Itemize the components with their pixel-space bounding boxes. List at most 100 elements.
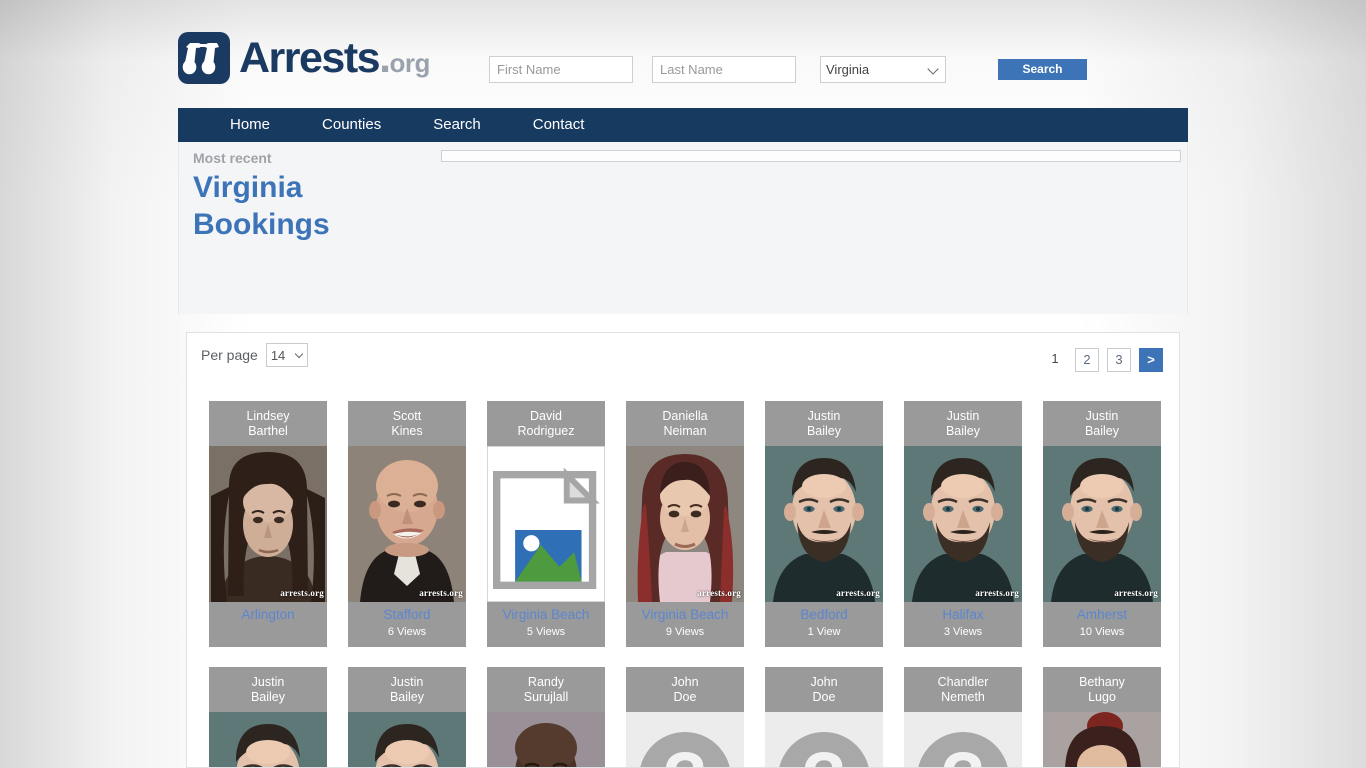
first-name-input[interactable] <box>489 56 633 83</box>
booking-meta: Amherst 10 Views <box>1043 602 1161 647</box>
booking-first-name: John <box>671 674 699 689</box>
booking-name: Justin Bailey <box>904 401 1022 446</box>
booking-card[interactable]: Justin Bailey arrests.org Halifax 3 Views <box>904 401 1022 647</box>
booking-meta: Bedford 1 View <box>765 602 883 647</box>
booking-name: David Rodriguez <box>487 401 605 446</box>
bookings-grid: Lindsey Barthel arrests.org Arlington Scott… <box>209 401 1169 768</box>
booking-meta: Virginia Beach 5 Views <box>487 602 605 647</box>
booking-card[interactable]: ChandlerNemeth? <box>904 666 1022 768</box>
last-name-input[interactable] <box>652 56 796 83</box>
mugshot-photo[interactable]: ? <box>765 711 883 768</box>
booking-name: Bethany Lugo <box>1043 667 1161 712</box>
view-count: 1 View <box>807 626 841 639</box>
booking-card[interactable]: David Rodriguez Virginia Beach 5 Views <box>487 401 605 647</box>
booking-first-name: Justin <box>390 674 424 689</box>
mugshot-photo[interactable]: arrests.org <box>209 446 327 602</box>
page-link-2[interactable]: 2 <box>1075 348 1099 372</box>
per-page-label: Per page <box>201 347 258 363</box>
next-page-button[interactable]: > <box>1139 348 1163 372</box>
booking-card[interactable]: JohnDoe? <box>626 666 744 767</box>
booking-first-name: Scott <box>392 409 422 423</box>
logo-word: Arrests <box>239 33 381 82</box>
watermark: arrests.org <box>419 588 463 598</box>
booking-last-name: Doe <box>812 689 836 704</box>
booking-card[interactable]: Justin Bailey <box>209 666 327 767</box>
main-navigation: Home Counties Search Contact <box>178 108 1188 142</box>
booking-last-name: Bailey <box>250 689 286 704</box>
booking-name: John Doe <box>626 667 744 712</box>
mugshot-photo[interactable] <box>487 711 605 767</box>
mugshot-photo[interactable] <box>1043 711 1161 767</box>
county-link[interactable]: Bedford <box>767 606 881 624</box>
booking-last-name: Bailey <box>389 689 425 704</box>
nav-item-home[interactable]: Home <box>212 108 288 142</box>
booking-name: Justin Bailey <box>765 401 883 446</box>
booking-card[interactable]: Justin Bailey arrests.org Bedford 1 View <box>765 401 883 647</box>
svg-text:?: ? <box>801 737 846 768</box>
booking-first-name: Justin <box>807 409 841 423</box>
booking-last-name: Lugo <box>1088 689 1116 704</box>
nav-item-contact[interactable]: Contact <box>515 108 603 142</box>
county-link[interactable]: Halifax <box>906 606 1020 624</box>
booking-card[interactable]: Justin Bailey arrests.org Amherst 10 Views <box>1043 401 1161 647</box>
mugshot-photo[interactable]: arrests.org <box>904 446 1022 602</box>
booking-first-name: Bethany <box>1079 674 1125 689</box>
booking-first-name: Justin <box>946 409 980 423</box>
page-title: Most recent Virginia Bookings <box>193 150 330 243</box>
county-link[interactable]: Stafford <box>350 606 464 624</box>
page-heading-line1: Virginia <box>193 171 303 204</box>
county-link[interactable]: Virginia Beach <box>489 606 603 624</box>
bookings-panel: Per page 14 1 2 3 > Lindsey Barthel arre… <box>186 332 1180 768</box>
county-link[interactable]: Amherst <box>1045 606 1159 624</box>
unknown-person-icon: ? <box>904 711 1022 768</box>
pagination: 1 2 3 > <box>1035 348 1163 372</box>
booking-last-name: Barthel <box>248 424 288 438</box>
view-count: 6 Views <box>387 626 427 639</box>
mugshot-photo[interactable]: arrests.org <box>1043 446 1161 602</box>
broken-image-icon <box>493 452 600 589</box>
booking-first-name: Justin <box>251 674 285 689</box>
mugshot-photo[interactable] <box>348 711 466 767</box>
booking-card[interactable]: JohnDoe? <box>765 666 883 768</box>
booking-last-name: Kines <box>391 424 423 438</box>
watermark: arrests.org <box>280 588 324 598</box>
svg-text:?: ? <box>940 737 985 768</box>
booking-card[interactable]: Randy Surujlall <box>487 666 605 767</box>
site-logo[interactable]: Arrests.org <box>178 32 430 84</box>
view-count: 10 Views <box>1079 626 1125 639</box>
mugshot-photo[interactable]: ? <box>626 711 744 767</box>
booking-card[interactable]: Justin Bailey <box>348 666 466 767</box>
watermark: arrests.org <box>697 588 741 598</box>
state-select[interactable]: Virginia <box>820 56 946 83</box>
masthead: Arrests.org Virginia Search <box>178 0 1188 108</box>
mugshot-photo[interactable]: arrests.org <box>348 446 466 602</box>
header-search-form: Virginia Search <box>489 56 1087 83</box>
per-page-select[interactable]: 14 <box>265 343 308 367</box>
nav-item-counties[interactable]: Counties <box>304 108 399 142</box>
booking-card[interactable]: Daniella Neiman arrests.org Virginia Beach… <box>626 401 744 647</box>
booking-last-name: Surujlall <box>523 689 569 704</box>
page-kicker: Most recent <box>193 150 272 166</box>
view-count: 9 Views <box>665 626 705 639</box>
per-page-control: Per page 14 <box>201 343 308 367</box>
page-link-3[interactable]: 3 <box>1107 348 1131 372</box>
booking-card[interactable]: Lindsey Barthel arrests.org Arlington <box>209 401 327 647</box>
booking-first-name: Randy <box>527 674 565 689</box>
county-link[interactable]: Virginia Beach <box>628 606 742 624</box>
search-button[interactable]: Search <box>998 59 1087 80</box>
booking-card[interactable]: Bethany Lugo <box>1043 666 1161 767</box>
watermark: arrests.org <box>1114 588 1158 598</box>
mugshot-photo[interactable] <box>209 711 327 767</box>
state-select-wrapper: Virginia <box>820 56 946 83</box>
logo-dot: . <box>379 33 391 82</box>
mugshot-photo[interactable]: arrests.org <box>765 446 883 602</box>
nav-item-search[interactable]: Search <box>415 108 499 142</box>
county-link[interactable]: Arlington <box>211 606 325 624</box>
mugshot-photo[interactable]: ? <box>904 711 1022 768</box>
booking-name: Lindsey Barthel <box>209 401 327 446</box>
mugshot-photo[interactable] <box>487 446 605 602</box>
booking-first-name: Lindsey <box>246 409 290 423</box>
mugshot-photo[interactable]: arrests.org <box>626 446 744 602</box>
booking-card[interactable]: Scott Kines arrests.org Stafford 6 Views <box>348 401 466 647</box>
booking-name: Justin Bailey <box>209 667 327 712</box>
